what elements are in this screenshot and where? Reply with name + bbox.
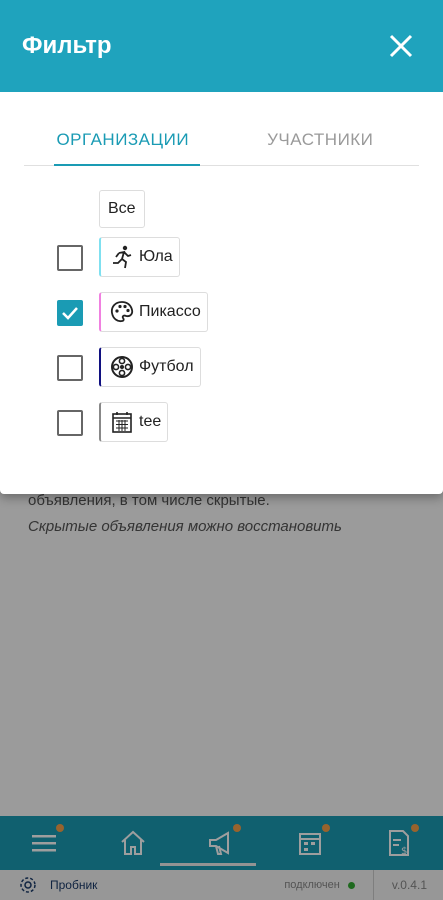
org-chip-football[interactable]: Футбол <box>99 347 201 387</box>
checkbox-tee[interactable] <box>57 410 83 436</box>
org-label: Пикассо <box>139 303 201 320</box>
tab-organizations[interactable]: ОРГАНИЗАЦИИ <box>24 92 222 165</box>
tab-participants[interactable]: УЧАСТНИКИ <box>222 92 420 165</box>
close-button[interactable] <box>381 26 421 66</box>
tab-indicator <box>54 164 200 166</box>
calendar-icon <box>112 412 132 433</box>
palette-icon <box>110 301 134 323</box>
film-reel-icon <box>111 356 133 378</box>
org-label: Юла <box>139 248 173 265</box>
org-label: tee <box>139 413 162 430</box>
checkbox-football[interactable] <box>57 355 83 381</box>
dialog-header: Фильтр <box>0 0 443 92</box>
dialog-title: Фильтр <box>22 32 112 59</box>
check-icon <box>62 307 78 320</box>
org-chip-picasso[interactable]: Пикассо <box>99 292 208 332</box>
org-label: Футбол <box>139 358 194 375</box>
checkbox-picasso[interactable] <box>57 300 83 326</box>
all-chip[interactable]: Все <box>99 190 145 228</box>
filter-tabs: ОРГАНИЗАЦИИ УЧАСТНИКИ <box>24 92 419 166</box>
org-chip-tee[interactable]: tee <box>99 402 169 442</box>
checkbox-yula[interactable] <box>57 245 83 271</box>
org-chip-yula[interactable]: Юла <box>99 237 180 277</box>
close-icon <box>389 34 413 58</box>
running-person-icon <box>113 245 132 269</box>
